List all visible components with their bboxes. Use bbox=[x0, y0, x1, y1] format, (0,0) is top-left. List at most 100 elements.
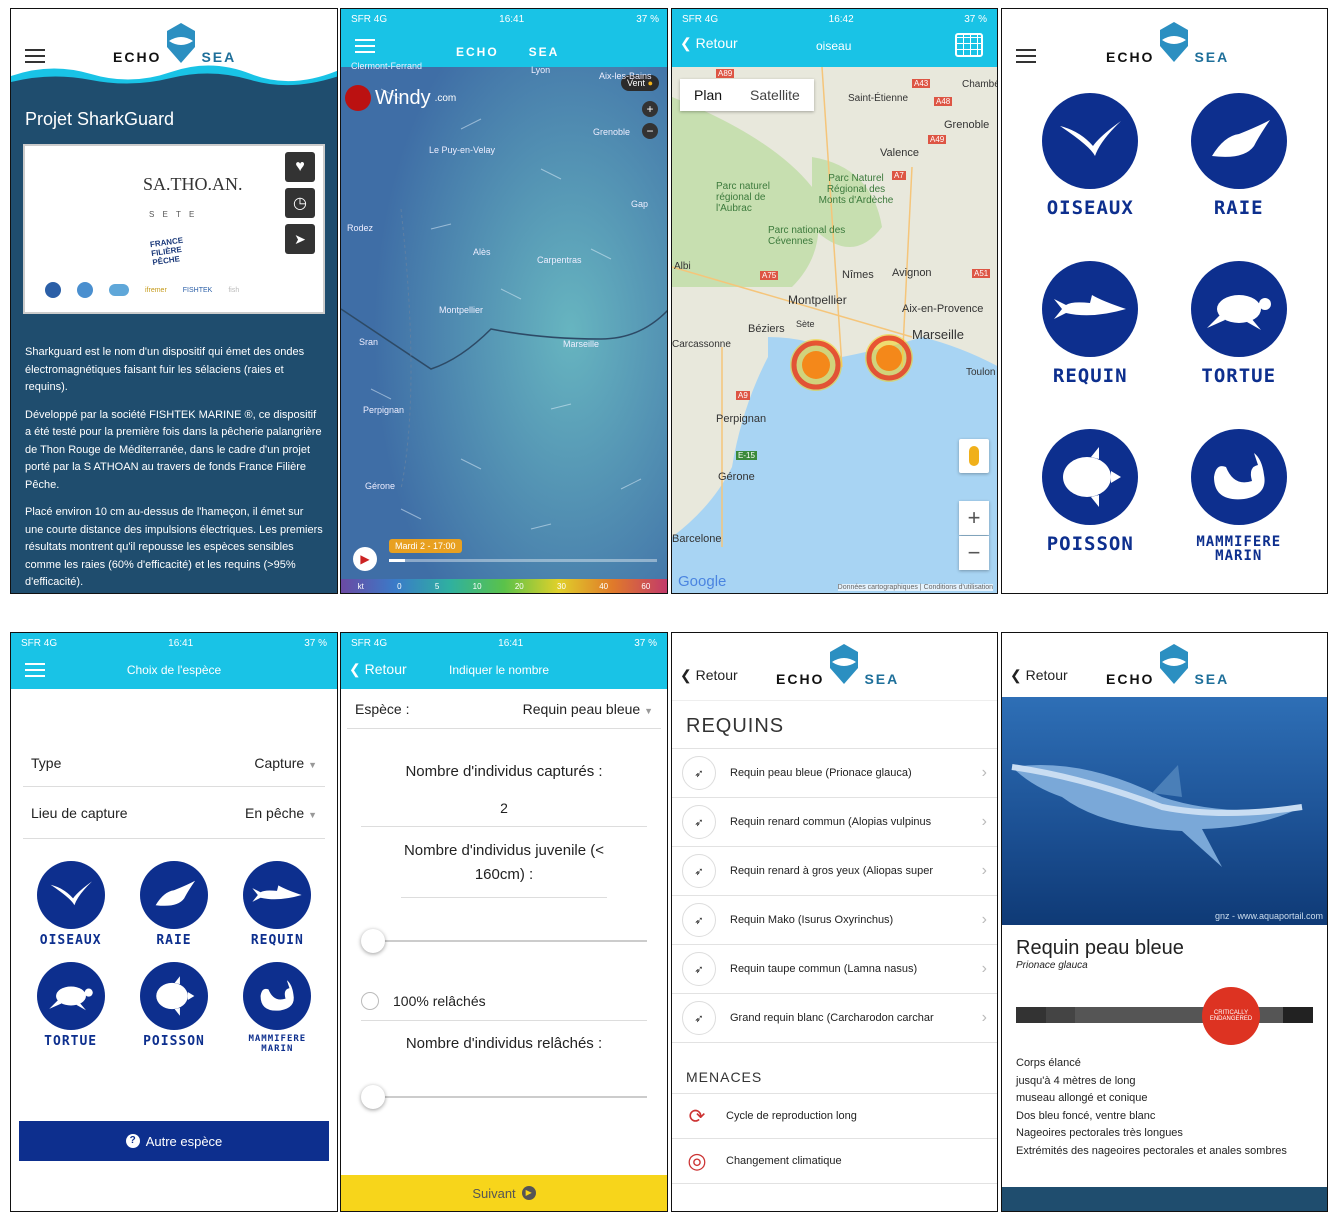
next-button[interactable]: Suivant ▶ bbox=[341, 1175, 667, 1211]
category-poisson[interactable]: POISSON bbox=[122, 962, 225, 1054]
category-mammifere[interactable]: MAMMIFERE MARIN bbox=[226, 962, 329, 1054]
shark-icon bbox=[1054, 295, 1127, 319]
threat-item[interactable]: ◎ Changement climatique bbox=[672, 1139, 997, 1184]
chevron-right-icon: › bbox=[981, 764, 987, 781]
map-credits: Données cartographiques | Conditions d'u… bbox=[837, 584, 993, 591]
cycle-icon: ⟳ bbox=[688, 1105, 706, 1128]
list-item[interactable]: ➶ Grand requin blanc (Carcharodon carchar… bbox=[672, 994, 997, 1043]
list-item[interactable]: ➶ Requin renard à gros yeux (Aliopas supe… bbox=[672, 847, 997, 896]
category-tortue[interactable]: TORTUE bbox=[1165, 261, 1314, 387]
captured-value[interactable]: 2 bbox=[361, 800, 647, 827]
list-item[interactable]: ➶ Requin taupe commun (Lamna nasus) › bbox=[672, 945, 997, 994]
ray-icon bbox=[1211, 120, 1270, 157]
threat-item[interactable]: ⟳ Cycle de reproduction long bbox=[672, 1094, 997, 1139]
favorite-button[interactable]: ♥ bbox=[285, 152, 315, 182]
menu-icon[interactable] bbox=[355, 39, 375, 53]
timeline-label: Mardi 2 - 17:00 bbox=[389, 539, 462, 553]
layer-vent-button[interactable]: Vent ● bbox=[621, 75, 659, 91]
all-released-radio[interactable]: 100% relâchés bbox=[361, 992, 647, 1021]
header: ❮ Retour ECHO SEA bbox=[672, 633, 997, 701]
screen-count: SFR 4G 16:41 37 % ❮ Retour Indiquer le nom… bbox=[340, 632, 668, 1212]
shark-icon bbox=[252, 885, 302, 902]
lieu-select[interactable]: Lieu de capture En pêche ▼ bbox=[23, 787, 325, 839]
category-oiseaux[interactable]: OISEAUX bbox=[1016, 93, 1165, 219]
share-button[interactable]: ➤ bbox=[285, 224, 315, 254]
category-requin[interactable]: REQUIN bbox=[226, 861, 329, 948]
screen-shark-list: ❮ Retour ECHO SEA REQUINS ➶ Requin peau b… bbox=[671, 632, 998, 1212]
whale-icon bbox=[260, 980, 295, 1011]
status-bar: SFR 4G 16:41 37 % bbox=[351, 13, 659, 25]
heart-icon: ♥ bbox=[295, 158, 305, 175]
arrow-right-icon: ▶ bbox=[521, 1186, 536, 1200]
header: SFR 4G 16:41 37 % ❮ Retour Indiquer le nom… bbox=[341, 633, 667, 689]
map-zoom-out[interactable]: − bbox=[959, 536, 989, 570]
zoom-out-button[interactable]: − bbox=[642, 123, 658, 139]
echosea-logo: ECHO SEA bbox=[776, 641, 899, 687]
menu-icon[interactable] bbox=[1016, 49, 1036, 63]
screen-categories: ECHO SEA OISEAUX RAIE REQUIN TORTUE POIS… bbox=[1001, 8, 1328, 594]
play-icon: ▶ bbox=[360, 552, 370, 566]
echosea-logo: ECHO SEA bbox=[113, 21, 236, 65]
street-view-button[interactable] bbox=[959, 439, 989, 473]
list-item[interactable]: ➶ Requin peau bleue (Prionace glauca) › bbox=[672, 749, 997, 798]
header-title: Indiquer le nombre bbox=[449, 663, 550, 677]
category-poisson[interactable]: POISSON bbox=[1016, 429, 1165, 563]
category-requin[interactable]: REQUIN bbox=[1016, 261, 1165, 387]
google-logo: Google bbox=[678, 573, 727, 590]
chevron-right-icon: › bbox=[981, 960, 987, 977]
species-name: Requin peau bleue bbox=[1016, 937, 1184, 959]
header-title: Choix de l'espèce bbox=[126, 663, 222, 677]
screen-sharkguard: ECHO SEA Projet SharkGuard SA.THO.AN. S … bbox=[10, 8, 338, 594]
species-select[interactable]: Espèce : Requin peau bleue ▼ bbox=[347, 689, 661, 729]
type-select[interactable]: Type Capture ▼ bbox=[23, 739, 325, 787]
category-oiseaux[interactable]: OISEAUX bbox=[19, 861, 122, 948]
shark-icon: ➶ bbox=[682, 756, 716, 790]
play-button[interactable]: ▶ bbox=[353, 547, 377, 571]
shark-photo bbox=[1011, 764, 1303, 867]
zoom-in-button[interactable]: + bbox=[642, 101, 658, 117]
other-species-button[interactable]: ? Autre espèce bbox=[19, 1121, 329, 1161]
screen-windy: SFR 4G 16:41 37 % ECHO SEA Windy .com Vent ●… bbox=[340, 8, 668, 594]
released-label: Nombre d'individus relâchés : bbox=[405, 1035, 603, 1052]
echosea-logo: ECHO SEA bbox=[1106, 19, 1229, 65]
history-button[interactable]: ◷ bbox=[285, 188, 315, 218]
map-labels: Chambé Saint-Étienne Grenoble Valence Pa… bbox=[672, 69, 998, 545]
screen-map: SFR 4G 16:42 37 % ❮ Retour oiseau Plan Sat… bbox=[671, 8, 998, 594]
list-item[interactable]: ➶ Requin Mako (Isurus Oxyrinchus) › bbox=[672, 896, 997, 945]
timeline-slider[interactable] bbox=[389, 559, 657, 562]
released-slider[interactable] bbox=[361, 1082, 647, 1112]
category-raie[interactable]: RAIE bbox=[122, 861, 225, 948]
header: ECHO SEA bbox=[11, 9, 337, 92]
species-grid: OISEAUX RAIE REQUIN TORTUE POISSON MAMMI… bbox=[11, 839, 337, 1054]
header: ECHO SEA bbox=[1002, 9, 1327, 73]
back-button[interactable]: ❮ Retour bbox=[680, 667, 738, 684]
sponsor-name: SA.THO.AN. bbox=[143, 174, 243, 194]
section-requins: REQUINS bbox=[672, 701, 997, 749]
turtle-icon bbox=[1206, 295, 1271, 330]
status-badge: CRITICALLY ENDANGERED bbox=[1202, 987, 1260, 1045]
back-button[interactable]: ❮ Retour bbox=[1010, 667, 1068, 684]
juvenile-slider[interactable] bbox=[361, 926, 647, 956]
species-latin: Prionace glauca bbox=[1016, 960, 1088, 971]
back-button[interactable]: ❮ Retour bbox=[349, 661, 407, 678]
windy-logo: Windy .com bbox=[345, 85, 456, 111]
ffp-logo: FRANCE FILIÈRE PÊCHE bbox=[149, 235, 184, 268]
echosea-logo: ECHO SEA bbox=[456, 45, 560, 59]
shark-icon: ➶ bbox=[682, 903, 716, 937]
map-zoom-in[interactable]: + bbox=[959, 501, 989, 535]
list-item[interactable]: ➶ Requin renard commun (Alopias vulpinus › bbox=[672, 798, 997, 847]
whale-icon bbox=[1213, 453, 1265, 500]
shark-icon: ➶ bbox=[682, 1001, 716, 1035]
category-tortue[interactable]: TORTUE bbox=[19, 962, 122, 1054]
species-photo: gnz - www.aquaportail.com bbox=[1002, 697, 1327, 925]
menu-icon[interactable] bbox=[25, 49, 45, 63]
section-menaces: MENACES bbox=[672, 1043, 997, 1094]
category-mammifere[interactable]: MAMMIFERE MARIN bbox=[1165, 429, 1314, 563]
species-list: ➶ Requin peau bleue (Prionace glauca) › ➶ R… bbox=[672, 749, 997, 1043]
bird-icon bbox=[50, 881, 92, 906]
header: SFR 4G 16:41 37 % Choix de l'espèce bbox=[11, 633, 337, 689]
sponsor-card: SA.THO.AN. S E T E FRANCE FILIÈRE PÊCHE … bbox=[23, 144, 325, 314]
footer-bar bbox=[1002, 1187, 1327, 1211]
juvenile-label: Nombre d'individus juvenile (< 160cm) : bbox=[401, 839, 607, 898]
category-raie[interactable]: RAIE bbox=[1165, 93, 1314, 219]
